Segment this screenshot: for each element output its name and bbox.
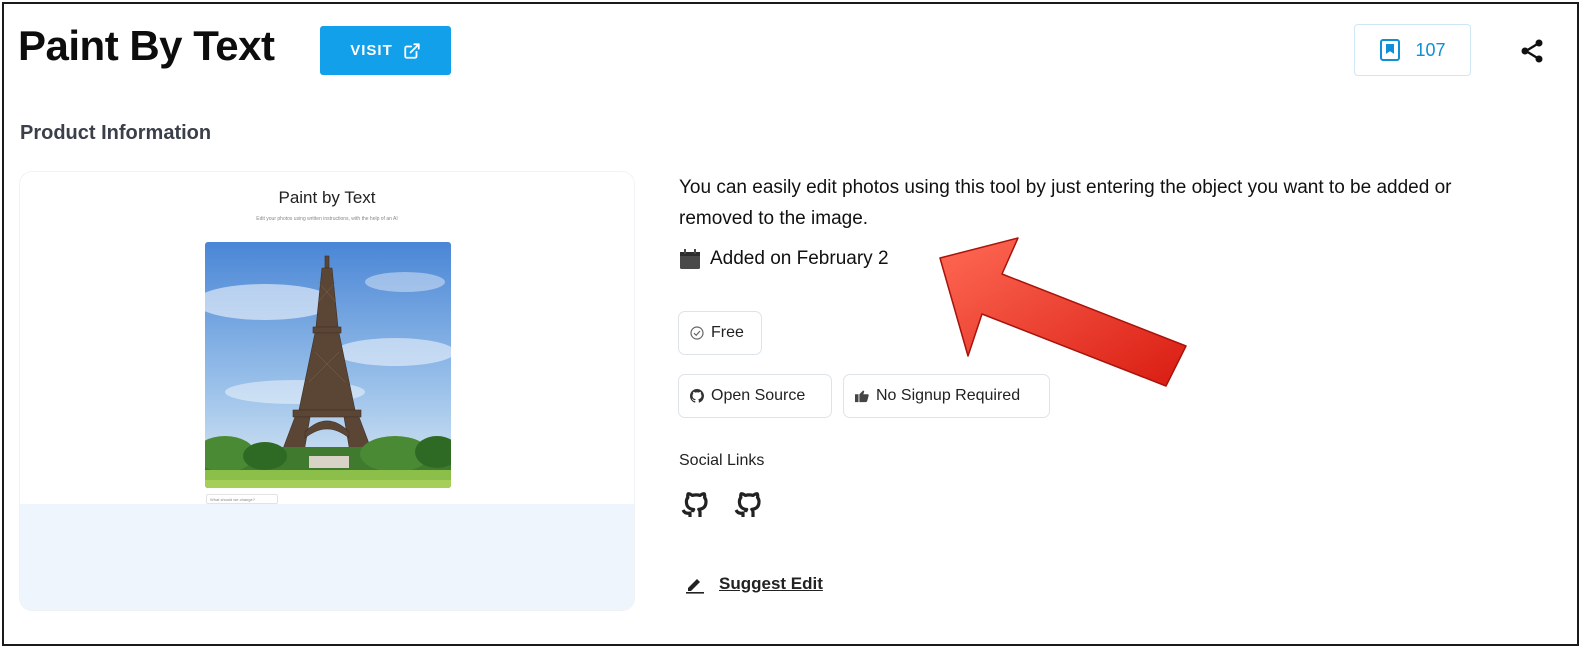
preview-subtitle: Edit your photos using written instructi… [256, 216, 398, 222]
bookmark-button[interactable]: 107 [1354, 24, 1471, 76]
external-link-icon [404, 42, 420, 59]
page-title: Paint By Text [18, 22, 275, 69]
github-icon[interactable] [678, 487, 712, 521]
visit-label: VISIT [350, 42, 393, 59]
pencil-icon [686, 579, 704, 594]
tag-no-signup[interactable]: No Signup Required [843, 374, 1050, 418]
added-date-text: Added on February 2 [710, 248, 889, 269]
product-description: You can easily edit photos using this to… [679, 177, 1452, 229]
preview-screenshot: Paint by Text Edit your photos using wri… [20, 172, 634, 504]
tag-open-source[interactable]: Open Source [678, 374, 832, 418]
bookmark-count: 107 [1415, 39, 1446, 60]
section-title: Product Information [20, 122, 212, 144]
preview-input: What should we change? [206, 494, 278, 504]
tag-open-source-label: Open Source [711, 387, 806, 404]
thumbs-up-icon [855, 390, 869, 403]
check-circle-icon [690, 326, 704, 340]
bookmark-icon [1380, 39, 1401, 61]
social-links-label: Social Links [679, 452, 765, 469]
calendar-icon [680, 248, 700, 269]
tag-free[interactable]: Free [678, 311, 762, 355]
visit-button[interactable]: VISIT [320, 26, 451, 75]
tag-no-signup-label: No Signup Required [876, 387, 1021, 404]
preview-title: Paint by Text [278, 188, 376, 207]
github-icon [690, 389, 704, 403]
eiffel-tower-photo [205, 242, 451, 488]
suggest-edit-link[interactable]: Suggest Edit [685, 574, 823, 594]
share-icon[interactable] [1519, 38, 1545, 64]
product-preview: Paint by Text Edit your photos using wri… [20, 172, 634, 610]
added-date: Added on February 2 [679, 248, 889, 270]
suggest-edit-label: Suggest Edit [719, 574, 823, 593]
github-icon[interactable] [731, 487, 765, 521]
tag-free-label: Free [711, 324, 744, 341]
